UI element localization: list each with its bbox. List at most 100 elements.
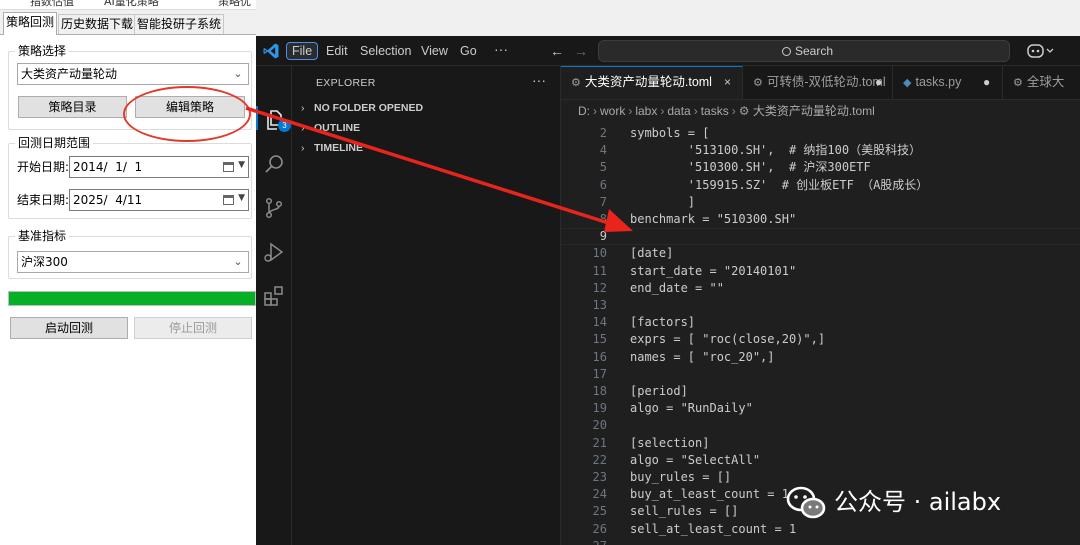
chevron-down-icon[interactable]: ⌄ — [231, 66, 245, 82]
line-number: 23 — [592, 470, 607, 484]
editor-tab-momentum-toml[interactable]: ⚙ 大类资产动量轮动.toml × — [561, 66, 743, 99]
calendar-icon[interactable] — [223, 195, 234, 205]
breadcrumb-item[interactable]: D: — [578, 104, 590, 118]
code-line[interactable]: symbols = [ — [630, 125, 709, 142]
explorer-badge: 3 — [278, 119, 291, 132]
breadcrumb-item[interactable]: work — [600, 104, 625, 118]
menu-more-icon[interactable]: ··· — [494, 41, 508, 57]
backtest-progress-bar — [8, 291, 256, 306]
code-line[interactable]: end_date = "" — [630, 280, 724, 297]
title-bar: File Edit Selection View Go ··· ← → Sear… — [256, 36, 1080, 66]
start-date-picker[interactable]: 2014/ 1/ 1 ▼ — [69, 156, 249, 178]
stop-backtest-button[interactable]: 停止回测 — [134, 317, 252, 339]
menu-edit[interactable]: Edit — [321, 42, 353, 60]
code-line[interactable]: names = [ "roc_20",] — [630, 349, 775, 366]
calendar-icon[interactable] — [223, 162, 234, 172]
menu-go[interactable]: Go — [455, 42, 482, 60]
breadcrumb-item[interactable]: 大类资产动量轮动.toml — [753, 104, 875, 118]
tab-history-download[interactable]: 历史数据下载 — [58, 14, 137, 34]
section-outline[interactable]: › OUTLINE — [301, 119, 360, 137]
explorer-sidebar: EXPLORER ··· › NO FOLDER OPENED › OUTLINE … — [292, 66, 561, 545]
line-number: 24 — [592, 487, 607, 502]
back-arrow-icon[interactable]: ← — [550, 42, 564, 60]
copilot-icon[interactable] — [1026, 42, 1056, 60]
code-line[interactable]: '510300.SH', # 沪深300ETF — [630, 159, 871, 176]
breadcrumb-item[interactable]: labx — [635, 104, 657, 118]
benchmark-combobox-value: 沪深300 — [21, 255, 68, 269]
section-timeline[interactable]: › TIMELINE — [301, 139, 363, 157]
start-backtest-button[interactable]: 启动回测 — [10, 317, 128, 339]
unsaved-dot-icon[interactable]: ● — [983, 66, 990, 99]
search-view-icon[interactable] — [262, 152, 286, 176]
section-no-folder[interactable]: › NO FOLDER OPENED — [301, 99, 423, 117]
python-icon: ◆ — [903, 77, 912, 89]
wechat-icon — [786, 486, 826, 519]
dropdown-arrow-icon[interactable]: ▼ — [238, 193, 245, 203]
code-line[interactable]: '513100.SH', # 纳指100（美股科技） — [630, 142, 921, 159]
line-number: 12 — [592, 280, 607, 295]
settings-gear-icon: ⚙ — [753, 77, 763, 89]
date-range-group: 回测日期范围 开始日期: 2014/ 1/ 1 ▼ 结束日期: 2025/ 4/… — [8, 135, 252, 219]
backtest-app-window: 指数估值 AI量化策略 策略优选 策略回测 历史数据下载 智能投研子系统 策略选… — [0, 0, 256, 545]
code-line[interactable]: start_date = "20140101" — [630, 263, 796, 280]
code-line[interactable]: exprs = [ "roc(close,20)",] — [630, 331, 825, 348]
editor-tab-label: 全球大 — [1026, 75, 1065, 89]
code-line[interactable]: ] — [630, 194, 695, 211]
menu-item-strategy-select[interactable]: 策略优选 — [218, 0, 256, 9]
code-line[interactable]: buy_rules = [] — [630, 469, 731, 486]
benchmark-combobox[interactable]: 沪深300 ⌄ — [17, 251, 249, 273]
line-number: 5 — [599, 160, 607, 175]
line-number: 22 — [592, 452, 607, 467]
watermark-text: 公众号 · ailabx — [834, 488, 1002, 516]
code-line[interactable]: [date] — [630, 245, 673, 262]
start-date-label: 开始日期: — [17, 160, 70, 174]
command-center-search[interactable]: Search — [598, 40, 1010, 62]
strategy-combobox-value: 大类资产动量轮动 — [21, 67, 118, 81]
menu-view[interactable]: View — [416, 42, 453, 60]
explorer-more-icon[interactable]: ··· — [532, 72, 546, 88]
line-number: 10 — [592, 246, 607, 261]
breadcrumb-item[interactable]: tasks — [701, 104, 729, 118]
chevron-down-icon[interactable]: ⌄ — [231, 254, 245, 270]
editor-tab-tasks-py[interactable]: ◆ tasks.py ● — [893, 66, 1003, 99]
code-line[interactable]: [factors] — [630, 314, 695, 331]
top-menu-strip: 指数估值 AI量化策略 策略优选 — [0, 0, 256, 10]
code-line[interactable]: benchmark = "510300.SH" — [630, 211, 796, 228]
code-line[interactable]: '159915.SZ' # 创业板ETF （A股成长） — [630, 177, 929, 194]
end-date-picker[interactable]: 2025/ 4/11 ▼ — [69, 189, 249, 211]
extensions-icon[interactable] — [262, 284, 286, 308]
line-number: 27 — [561, 538, 607, 545]
code-line[interactable]: sell_rules = [] — [630, 503, 738, 520]
dropdown-arrow-icon[interactable]: ▼ — [238, 160, 245, 170]
breadcrumb-item[interactable]: data — [667, 104, 690, 118]
vscode-logo-icon — [263, 43, 279, 59]
menu-file[interactable]: File — [286, 42, 319, 60]
strategy-catalog-button[interactable]: 策略目录 — [18, 96, 127, 118]
menu-item-index-valuation[interactable]: 指数估值 — [30, 0, 74, 9]
chevron-right-icon: › — [301, 102, 305, 114]
menu-selection[interactable]: Selection — [355, 42, 416, 60]
code-line[interactable]: [period] — [630, 383, 688, 400]
line-number: 15 — [592, 332, 607, 347]
strategy-combobox[interactable]: 大类资产动量轮动 ⌄ — [17, 63, 249, 85]
editor-tab-convertible-toml[interactable]: ⚙ 可转债-双低轮动.toml ● — [743, 66, 893, 99]
close-icon[interactable]: × — [724, 67, 731, 98]
menu-item-ai-quant[interactable]: AI量化策略 — [104, 0, 159, 9]
code-line[interactable]: algo = "SelectAll" — [630, 452, 760, 469]
code-line[interactable]: sell_at_least_count = 1 — [630, 521, 796, 538]
tab-strategy-backtest[interactable]: 策略回测 — [3, 12, 58, 35]
source-control-icon[interactable] — [262, 196, 286, 220]
line-number: 21 — [592, 435, 607, 450]
code-line[interactable]: algo = "RunDaily" — [630, 400, 753, 417]
code-line[interactable]: [selection] — [630, 435, 709, 452]
end-date-value: 2025/ 4/11 — [73, 193, 143, 207]
settings-gear-icon: ⚙ — [571, 77, 581, 89]
forward-arrow-icon[interactable]: → — [574, 42, 588, 60]
line-number: 18 — [592, 384, 607, 398]
run-debug-icon[interactable] — [262, 240, 286, 264]
unsaved-dot-icon[interactable]: ● — [875, 66, 882, 99]
line-number: 6 — [599, 177, 607, 192]
tab-research-system[interactable]: 智能投研子系统 — [134, 14, 225, 34]
code-line[interactable]: buy_at_least_count = 1 — [630, 486, 789, 503]
editor-tab-global[interactable]: ⚙ 全球大 — [1003, 66, 1080, 99]
